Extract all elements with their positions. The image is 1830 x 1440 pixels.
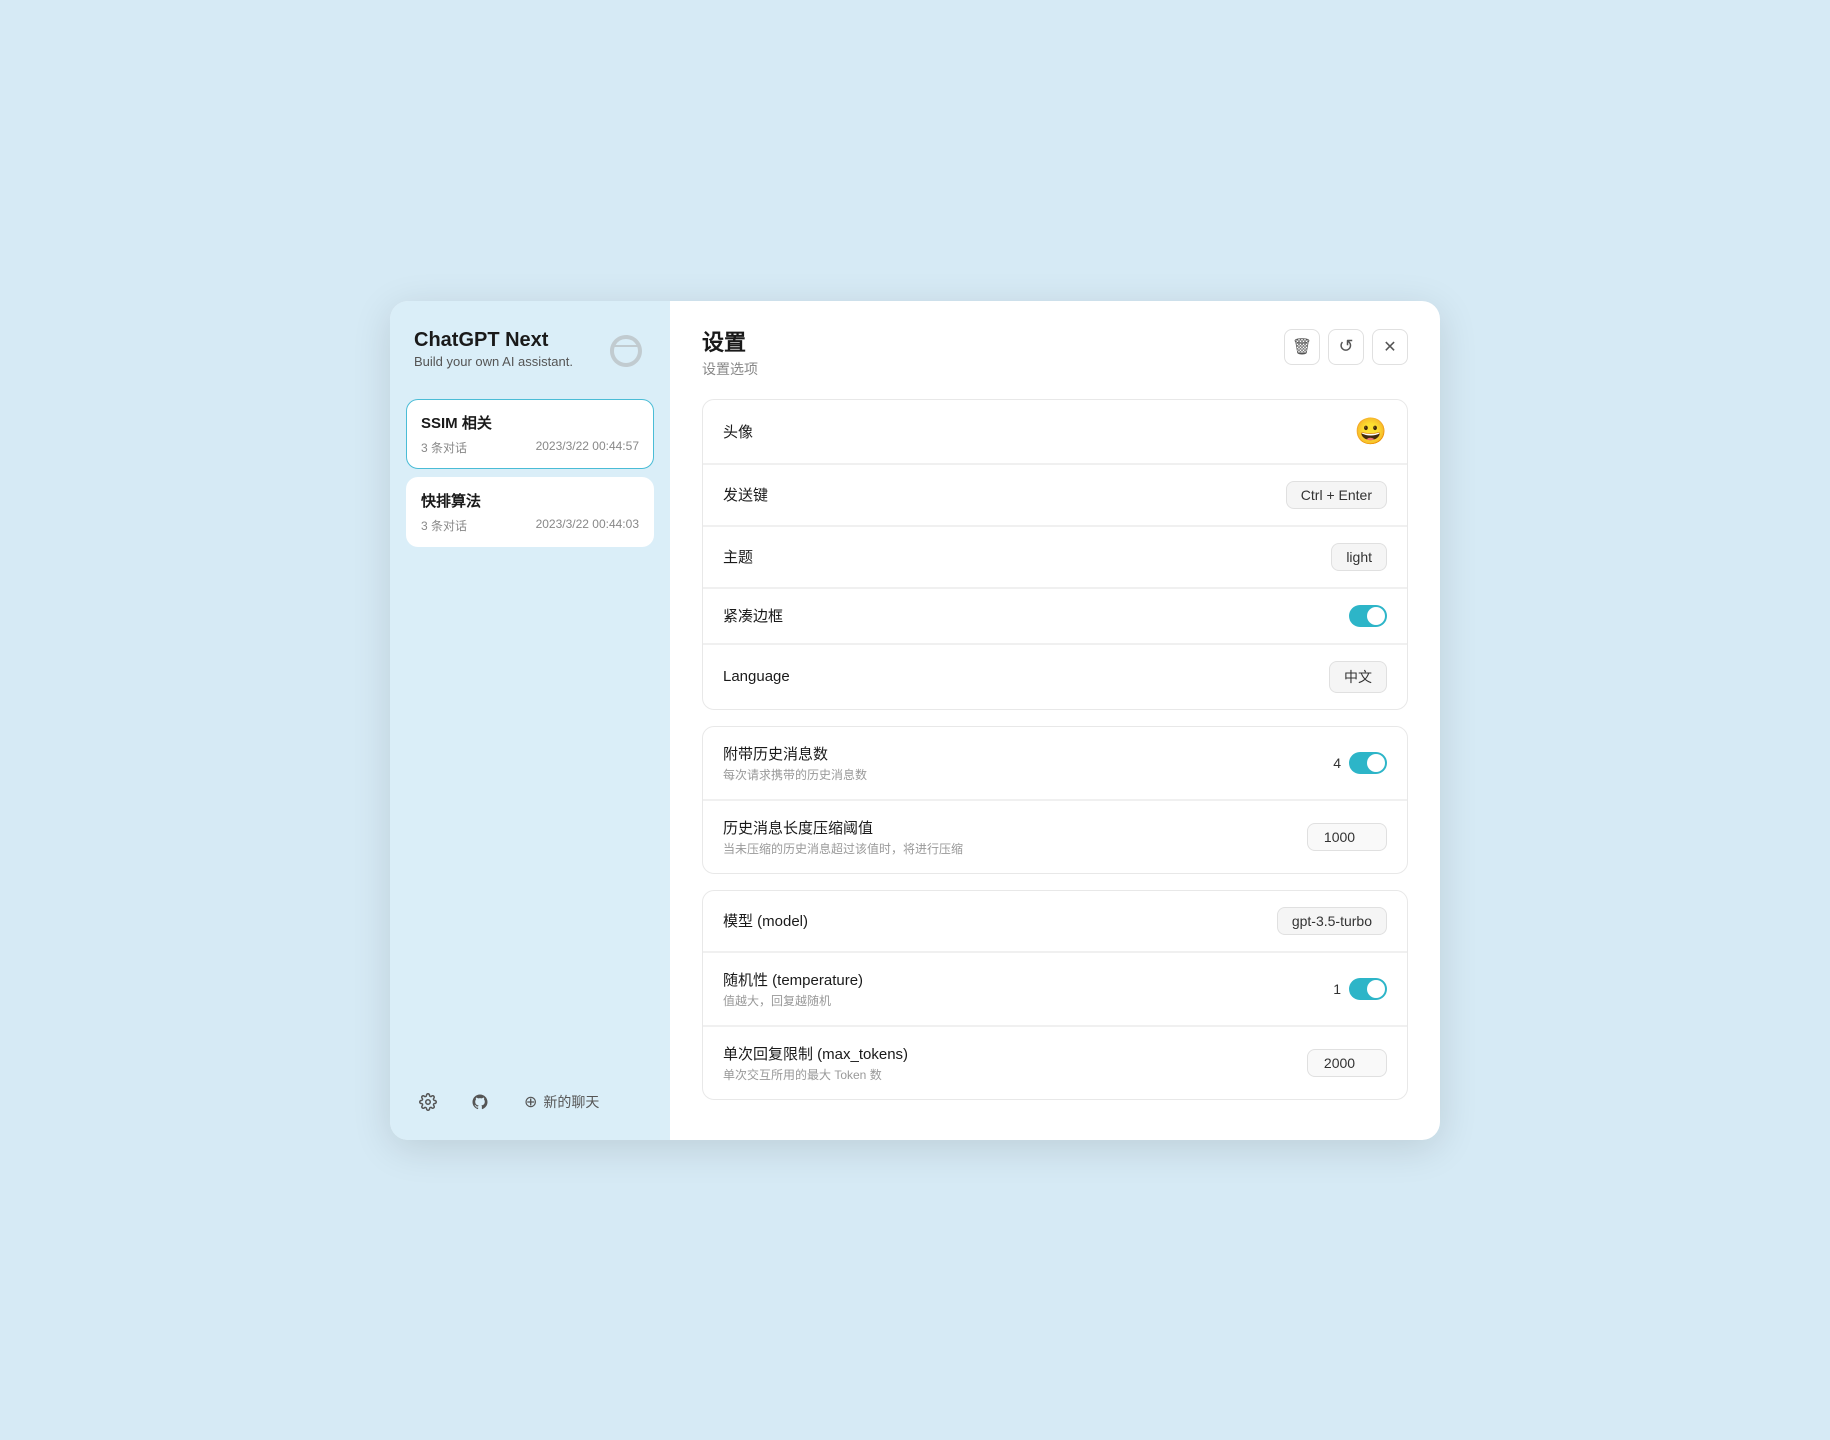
sidebar-header: ChatGPT Next Build your own AI assistant… [406,329,654,399]
settings-row-model: 模型 (model) gpt-3.5-turbo [703,891,1407,952]
row-label-language: Language [723,668,790,685]
row-value-avatar: 😀 [1355,416,1387,447]
row-label-title-max-tokens: 单次回复限制 (max_tokens) [723,1043,908,1064]
row-value-send-key: Ctrl + Enter [1286,481,1387,509]
new-chat-button[interactable]: ⊕ 新的聊天 [514,1086,609,1118]
history-count-value: 4 [1313,755,1341,771]
settings-title-block: 设置 设置选项 [702,325,758,379]
reset-button[interactable]: 🗑 [1284,329,1320,365]
settings-group-basic: 头像 😀 发送键 Ctrl + Enter 主题 light [702,399,1408,710]
compress-threshold-input[interactable] [1307,823,1387,851]
app-title: ChatGPT Next [414,329,573,352]
settings-title: 设置 [702,325,758,357]
chat-item-count: 3 条对话 [421,517,467,534]
app-window: ChatGPT Next Build your own AI assistant… [390,301,1440,1140]
row-label-title-compress: 历史消息长度压缩阈值 [723,817,963,838]
settings-header: 设置 设置选项 🗑 ↺ ✕ [670,301,1440,379]
history-count-toggle[interactable] [1349,752,1387,774]
chat-item-title: 快排算法 [421,490,639,511]
row-label-block-history-count: 附带历史消息数 每次请求携带的历史消息数 [723,743,867,783]
row-label-desc-history-count: 每次请求携带的历史消息数 [723,766,867,783]
settings-row-max-tokens: 单次回复限制 (max_tokens) 单次交互所用的最大 Token 数 [703,1027,1407,1099]
theme-badge[interactable]: light [1331,543,1387,571]
language-badge[interactable]: 中文 [1329,661,1387,693]
trash-icon: 🗑 [1292,337,1312,357]
row-value-max-tokens [1307,1049,1387,1077]
row-value-language: 中文 [1329,661,1387,693]
chat-item-meta: 3 条对话 2023/3/22 00:44:57 [421,439,639,456]
settings-icon-button[interactable] [410,1084,446,1120]
settings-row-tight-border: 紧凑边框 [703,589,1407,644]
row-value-theme: light [1331,543,1387,571]
row-label-tight-border: 紧凑边框 [723,605,783,626]
close-icon: ✕ [1383,337,1396,357]
settings-row-avatar: 头像 😀 [703,400,1407,464]
row-value-history-count: 4 [1313,752,1387,774]
refresh-icon: ↺ [1338,336,1353,357]
temperature-value: 1 [1313,981,1341,997]
row-value-temperature: 1 [1313,978,1387,1000]
chat-item-meta: 3 条对话 2023/3/22 00:44:03 [421,517,639,534]
refresh-button[interactable]: ↺ [1328,329,1364,365]
sidebar: ChatGPT Next Build your own AI assistant… [390,301,670,1140]
row-value-model: gpt-3.5-turbo [1277,907,1387,935]
row-label-model: 模型 (model) [723,910,808,931]
temperature-toggle[interactable] [1349,978,1387,1000]
max-tokens-input[interactable] [1307,1049,1387,1077]
settings-row-language: Language 中文 [703,645,1407,709]
chat-item-quicksort[interactable]: 快排算法 3 条对话 2023/3/22 00:44:03 [406,477,654,547]
row-label-desc-max-tokens: 单次交互所用的最大 Token 数 [723,1066,908,1083]
close-button[interactable]: ✕ [1372,329,1408,365]
sidebar-footer: ⊕ 新的聊天 [406,1068,654,1120]
tight-border-toggle[interactable] [1349,605,1387,627]
settings-row-compress-threshold: 历史消息长度压缩阈值 当未压缩的历史消息超过该值时，将进行压缩 [703,801,1407,873]
github-icon-button[interactable] [462,1084,498,1120]
row-label-theme: 主题 [723,546,753,567]
chat-list: SSIM 相关 3 条对话 2023/3/22 00:44:57 快排算法 3 … [406,399,654,1068]
settings-panel: 设置 设置选项 🗑 ↺ ✕ 头像 [670,301,1440,1140]
row-label-title-history-count: 附带历史消息数 [723,743,867,764]
chat-item-ssim[interactable]: SSIM 相关 3 条对话 2023/3/22 00:44:57 [406,399,654,469]
row-label-block-temperature: 随机性 (temperature) 值越大，回复越随机 [723,969,863,1009]
row-label-avatar: 头像 [723,421,753,442]
settings-group-model: 模型 (model) gpt-3.5-turbo 随机性 (temperatur… [702,890,1408,1100]
settings-row-history-count: 附带历史消息数 每次请求携带的历史消息数 4 [703,727,1407,800]
settings-row-send-key: 发送键 Ctrl + Enter [703,465,1407,526]
model-badge[interactable]: gpt-3.5-turbo [1277,907,1387,935]
avatar-emoji[interactable]: 😀 [1355,416,1387,447]
row-label-desc-temperature: 值越大，回复越随机 [723,992,863,1009]
row-label-block-compress: 历史消息长度压缩阈值 当未压缩的历史消息超过该值时，将进行压缩 [723,817,963,857]
chat-item-time: 2023/3/22 00:44:57 [536,439,639,456]
chat-item-count: 3 条对话 [421,439,467,456]
app-logo [606,331,646,379]
chat-item-time: 2023/3/22 00:44:03 [536,517,639,534]
row-label-block-max-tokens: 单次回复限制 (max_tokens) 单次交互所用的最大 Token 数 [723,1043,908,1083]
send-key-badge[interactable]: Ctrl + Enter [1286,481,1387,509]
settings-body: 头像 😀 发送键 Ctrl + Enter 主题 light [670,379,1440,1140]
row-label-send-key: 发送键 [723,484,768,505]
plus-icon: ⊕ [524,1092,537,1112]
settings-subtitle: 设置选项 [702,359,758,379]
row-value-compress [1307,823,1387,851]
row-label-title-temperature: 随机性 (temperature) [723,969,863,990]
settings-group-history: 附带历史消息数 每次请求携带的历史消息数 4 历史消息长度压缩阈值 当未压缩的历… [702,726,1408,874]
settings-row-theme: 主题 light [703,527,1407,588]
new-chat-label: 新的聊天 [543,1092,599,1112]
settings-actions: 🗑 ↺ ✕ [1284,329,1408,365]
row-label-desc-compress: 当未压缩的历史消息超过该值时，将进行压缩 [723,840,963,857]
settings-row-temperature: 随机性 (temperature) 值越大，回复越随机 1 [703,953,1407,1026]
app-subtitle: Build your own AI assistant. [414,354,573,369]
row-value-tight-border [1349,605,1387,627]
chat-item-title: SSIM 相关 [421,412,639,433]
